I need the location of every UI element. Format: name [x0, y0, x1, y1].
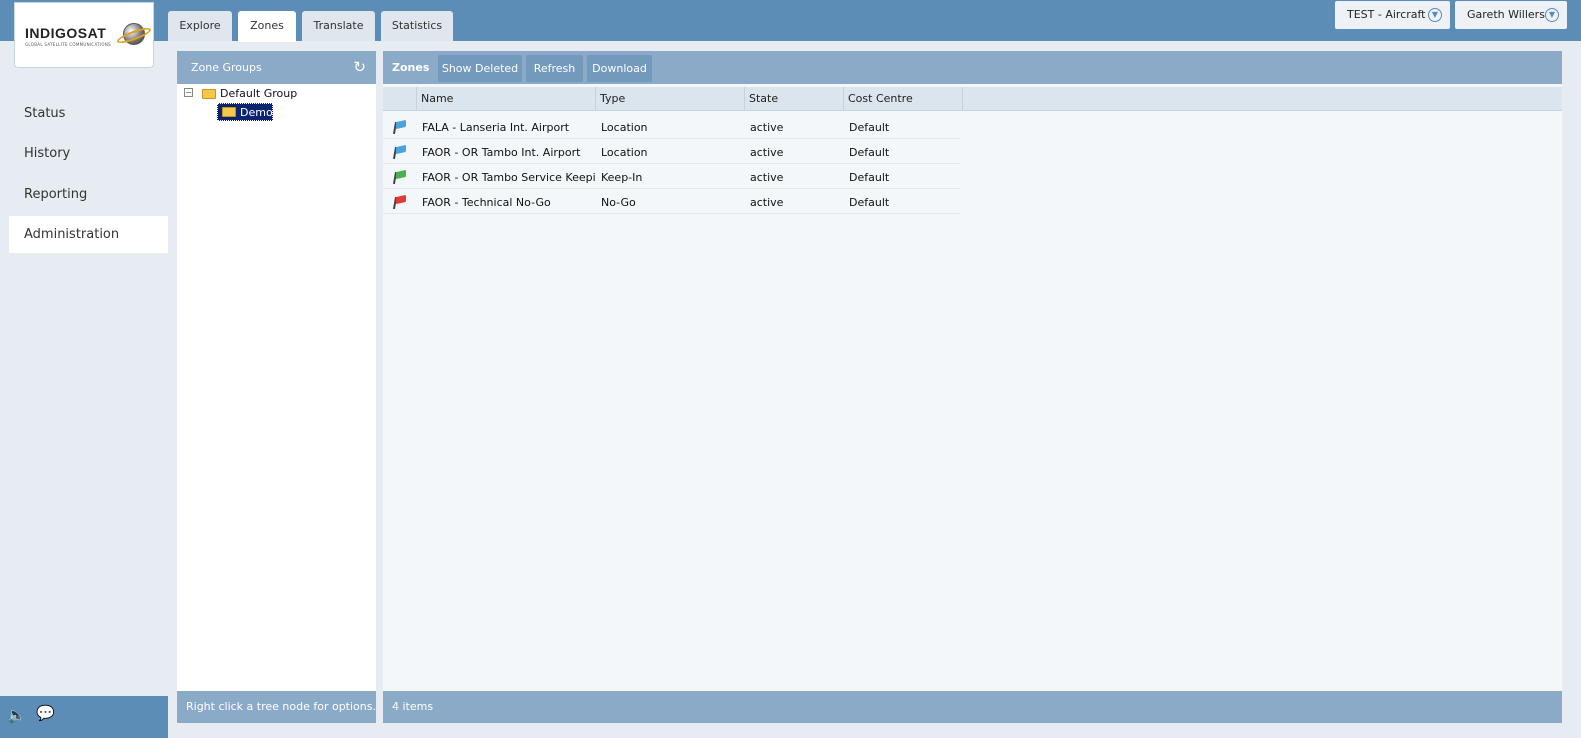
logo-tagline: GLOBAL SATELLITE COMMUNICATIONS — [25, 42, 111, 47]
tree-node-demo-label: Demo — [240, 106, 273, 119]
tab-zones[interactable]: Zones — [238, 11, 296, 42]
column-header-type[interactable]: Type — [596, 87, 745, 111]
logo: INDIGOSAT GLOBAL SATELLITE COMMUNICATION… — [14, 2, 154, 68]
refresh-icon[interactable]: ↻ — [353, 51, 366, 84]
flag-red-icon — [392, 194, 407, 210]
cell-cost-centre: Default — [849, 121, 890, 134]
sidebar-item-reporting[interactable]: Reporting — [9, 176, 168, 213]
column-header-name[interactable]: Name — [417, 87, 596, 111]
speaker-icon[interactable]: 🔈 — [7, 706, 26, 724]
zone-groups-footer: Right click a tree node for options. — [177, 691, 376, 723]
column-header-state[interactable]: State — [745, 87, 844, 111]
chevron-down-icon: ▼ — [1428, 8, 1442, 22]
tree-node-default-group[interactable]: Default Group — [220, 87, 297, 100]
flag-blue-icon — [392, 144, 407, 160]
cell-cost-centre: Default — [849, 196, 890, 209]
logo-text: INDIGOSAT — [25, 25, 107, 41]
cell-name: FAOR - OR Tambo Int. Airport — [422, 146, 581, 159]
cell-name: FAOR - OR Tambo Service Keepin — [422, 171, 596, 184]
sidebar-footer: 🔈 💬 — [0, 696, 168, 738]
cell-state: active — [750, 146, 784, 159]
cell-state: active — [750, 121, 784, 134]
flag-green-icon — [392, 169, 407, 185]
sidebar-item-administration[interactable]: Administration — [9, 216, 168, 253]
column-header-cost-centre[interactable]: Cost Centre — [844, 87, 963, 111]
zone-groups-title: Zone Groups — [191, 61, 262, 74]
table-row[interactable]: FAOR - Technical No-Go No-Go active Defa… — [383, 189, 961, 214]
top-bar: Explore Zones Translate Statistics TEST … — [0, 0, 1581, 42]
cell-type: No-Go — [601, 196, 636, 209]
account-selector-value: TEST - Aircraft — [1347, 8, 1426, 21]
tree-node-demo[interactable]: Demo — [217, 103, 273, 121]
tree-collapse-toggle[interactable]: − — [184, 88, 193, 97]
zones-toolbar: Zones Show Deleted Refresh Download — [383, 51, 1562, 84]
cell-cost-centre: Default — [849, 171, 890, 184]
sidebar: Status History Reporting Administration — [0, 41, 168, 696]
zone-groups-panel: Zone Groups ↻ − Default Group Demo Right… — [177, 51, 376, 723]
cell-name: FAOR - Technical No-Go — [422, 196, 551, 209]
cell-type: Keep-In — [601, 171, 643, 184]
cell-state: active — [750, 171, 784, 184]
download-button[interactable]: Download — [587, 55, 652, 82]
folder-open-icon — [202, 89, 216, 99]
cell-cost-centre: Default — [849, 146, 890, 159]
table-row[interactable]: FAOR - OR Tambo Service Keepin Keep-In a… — [383, 164, 961, 189]
tab-translate[interactable]: Translate — [302, 11, 375, 41]
sidebar-item-status[interactable]: Status — [9, 95, 168, 132]
chevron-down-icon: ▼ — [1545, 8, 1559, 22]
tab-explore[interactable]: Explore — [168, 11, 232, 41]
cell-name: FALA - Lanseria Int. Airport — [422, 121, 570, 134]
cell-type: Location — [601, 146, 648, 159]
column-header-icon — [383, 87, 417, 111]
sidebar-item-history[interactable]: History — [9, 135, 168, 172]
user-menu[interactable]: Gareth Willers ▼ — [1455, 1, 1567, 29]
folder-icon — [222, 107, 236, 117]
chat-bubble-icon[interactable]: 💬 — [36, 704, 55, 722]
zones-grid-header: Name Type State Cost Centre — [383, 87, 1562, 111]
flag-blue-icon — [392, 119, 407, 135]
show-deleted-button[interactable]: Show Deleted — [438, 55, 522, 82]
table-row[interactable]: FAOR - OR Tambo Int. Airport Location ac… — [383, 139, 961, 164]
cell-state: active — [750, 196, 784, 209]
zones-title: Zones — [392, 61, 430, 74]
zone-groups-tree: − Default Group Demo — [177, 84, 376, 691]
user-name: Gareth Willers — [1467, 8, 1545, 21]
table-row[interactable]: FALA - Lanseria Int. Airport Location ac… — [383, 114, 961, 139]
tab-statistics[interactable]: Statistics — [381, 11, 453, 41]
zones-footer: 4 items — [383, 691, 1562, 723]
refresh-button[interactable]: Refresh — [526, 55, 583, 82]
account-selector[interactable]: TEST - Aircraft ▼ — [1335, 1, 1450, 29]
zone-groups-header: Zone Groups ↻ — [177, 51, 376, 84]
zones-panel: Zones Show Deleted Refresh Download Name… — [383, 51, 1562, 723]
cell-type: Location — [601, 121, 648, 134]
